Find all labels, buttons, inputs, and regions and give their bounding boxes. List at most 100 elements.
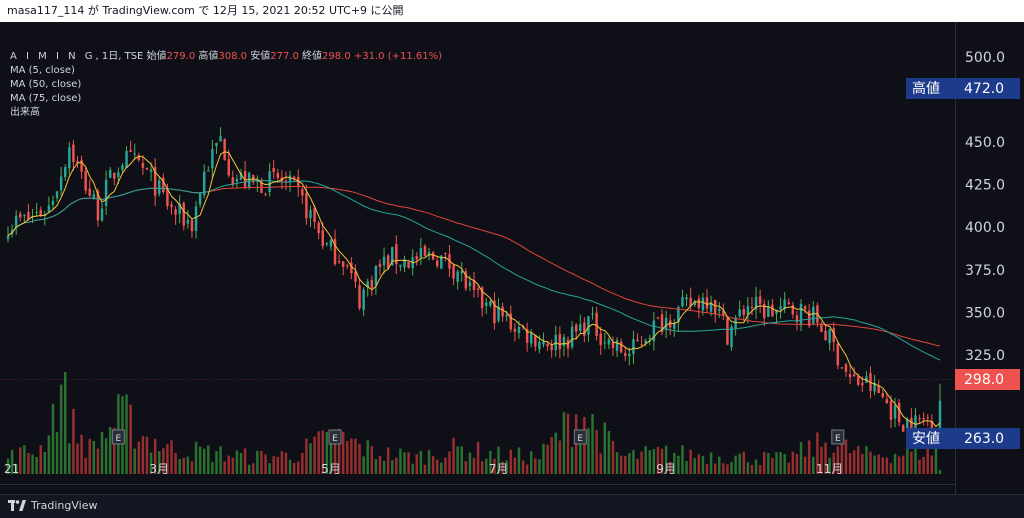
volume-bar — [513, 457, 517, 474]
volume-bar — [350, 438, 353, 474]
candle-body — [182, 202, 185, 226]
candle-body — [922, 418, 925, 420]
candle-body — [587, 316, 590, 335]
volume-bar — [697, 454, 701, 474]
volume-bar — [198, 446, 202, 474]
high-value: 308.0 — [218, 51, 248, 62]
volume-bar — [730, 462, 733, 474]
candle-body — [812, 306, 815, 324]
ma50-legend[interactable]: MA (50, close) — [10, 78, 442, 92]
volume-bar — [775, 452, 778, 474]
volume-bar — [750, 464, 754, 474]
volume-bar — [934, 447, 938, 474]
candle-body — [215, 142, 218, 147]
volume-bar — [632, 450, 635, 474]
volume-bar — [88, 438, 91, 474]
candle-body — [803, 306, 807, 310]
chart-legend: A I M I N G, 1日, TSE 始値279.0 高値308.0 安値2… — [10, 50, 442, 120]
price-tick-label: 325.0 — [965, 348, 1005, 364]
volume-legend[interactable]: 出来高 — [10, 106, 442, 120]
volume-bar — [39, 445, 42, 474]
volume-bar — [403, 452, 406, 474]
candle-body — [615, 340, 619, 351]
volume-bar — [309, 443, 312, 474]
candle-body — [386, 255, 390, 269]
volume-bar — [677, 455, 680, 474]
tradingview-brand[interactable]: TradingView — [8, 499, 97, 512]
volume-bar — [264, 454, 267, 474]
candle-body — [726, 317, 729, 345]
candle-body — [517, 326, 521, 334]
volume-bar — [182, 457, 185, 474]
volume-bar — [460, 446, 463, 474]
candle-body — [346, 265, 349, 267]
candle-body — [664, 317, 668, 330]
volume-bar — [223, 461, 226, 474]
volume-bar — [399, 448, 402, 474]
candle-body — [268, 171, 271, 192]
volume-bar — [476, 441, 480, 474]
volume-bar — [260, 450, 263, 474]
volume-bar — [771, 457, 774, 474]
candle-body — [194, 206, 198, 231]
volume-bar — [194, 441, 198, 474]
candle-body — [619, 341, 623, 353]
volume-bar — [272, 456, 275, 474]
candle-body — [538, 341, 541, 350]
candle-body — [423, 245, 427, 256]
chart-area[interactable]: E E E E 500.0 450.0 425.0 400.0 375.0 350.0 325.0… — [0, 22, 1024, 494]
candle-body — [926, 417, 929, 419]
candle-body — [476, 288, 480, 291]
volume-bar — [407, 452, 410, 474]
volume-bar — [562, 412, 566, 474]
ma5-legend[interactable]: MA (5, close) — [10, 64, 442, 78]
high-badge: 高値 472.0 — [906, 78, 1020, 99]
volume-bars — [6, 372, 942, 474]
candle-body — [362, 289, 365, 310]
candle-body — [799, 303, 803, 326]
volume-bar — [611, 440, 615, 474]
candle-body — [530, 332, 533, 344]
candle-body — [198, 193, 202, 205]
candle-body — [125, 151, 128, 168]
candle-body — [836, 343, 840, 366]
volume-bar — [644, 446, 647, 474]
volume-bar — [43, 452, 47, 474]
volume-bar — [615, 452, 619, 474]
volume-bar — [104, 438, 108, 474]
candle-body — [562, 336, 566, 347]
low-label: 安値 — [250, 51, 271, 62]
volume-bar — [758, 465, 762, 474]
candle-body — [632, 339, 635, 355]
ma75-legend[interactable]: MA (75, close) — [10, 92, 442, 106]
candle-body — [583, 322, 586, 336]
low-value: 277.0 — [270, 51, 299, 62]
candle-body — [235, 178, 239, 182]
candle-body — [247, 172, 251, 188]
candle-body — [718, 308, 721, 311]
candle-body — [844, 364, 848, 372]
volume-bar — [96, 448, 100, 474]
candle-body — [190, 220, 194, 232]
volume-bar — [84, 457, 87, 474]
candle-body — [272, 168, 275, 172]
candle-body — [624, 352, 627, 356]
candle-body — [382, 256, 386, 266]
time-tick-label: 21 — [4, 462, 19, 476]
candle-body — [513, 328, 517, 332]
volume-bar — [366, 440, 369, 474]
volume-bar — [783, 454, 786, 474]
volume-bar — [681, 445, 684, 474]
candle-body — [88, 188, 91, 196]
open-value: 279.0 — [166, 51, 196, 62]
volume-bar — [341, 431, 345, 474]
tradingview-logo-icon — [8, 500, 26, 511]
volume-bar — [411, 463, 414, 474]
candle-body — [313, 207, 316, 222]
candle-body — [636, 339, 639, 342]
volume-bar — [256, 450, 259, 474]
volume-bar — [472, 457, 476, 474]
price-tick-label: 400.0 — [965, 220, 1005, 236]
volume-bar — [738, 453, 741, 474]
volume-bar — [930, 455, 934, 474]
